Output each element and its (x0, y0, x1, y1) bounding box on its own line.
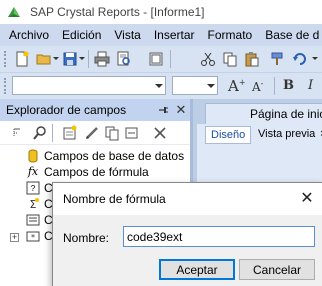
svg-text:*: * (31, 233, 35, 242)
print-preview-icon[interactable] (116, 51, 132, 67)
tree-item-label: Campos de base de datos (44, 149, 185, 163)
bold-button[interactable]: B (283, 78, 294, 93)
menu-vista[interactable]: Vista (107, 28, 146, 42)
database-icon (28, 149, 38, 163)
open-dropdown-arrow-icon[interactable] (53, 57, 59, 60)
italic-button[interactable]: I (308, 78, 313, 93)
cancel-button[interactable]: Cancelar (239, 259, 315, 280)
dialog-title-bar: Nombre de fórmula ✕ (53, 183, 322, 215)
svg-text:?: ? (31, 184, 36, 193)
dialog-title: Nombre de fórmula (63, 192, 166, 206)
tab-design[interactable]: Diseño (205, 126, 252, 144)
window-title-bar: SAP Crystal Reports - [Informe1] (0, 0, 322, 24)
toolbar-grip[interactable] (4, 78, 7, 94)
tree-item-label: Campos de fórmula (44, 165, 149, 179)
menu-edicion[interactable]: Edición (55, 28, 107, 42)
font-size-select[interactable] (172, 76, 218, 95)
style-select[interactable] (12, 76, 166, 95)
export-icon[interactable] (148, 51, 164, 67)
parameter-icon: ? (26, 181, 40, 195)
formula-icon: fx (27, 165, 39, 178)
format-painter-icon[interactable] (270, 51, 286, 67)
formula-name-dialog: Nombre de fórmula ✕ Nombre: Aceptar Canc… (52, 182, 322, 286)
increase-font-sup: + (238, 78, 246, 87)
menu-archivo[interactable]: Archivo (0, 28, 55, 42)
special-fields-icon: * (26, 231, 40, 242)
save-dropdown-arrow-icon[interactable] (79, 57, 85, 60)
menu-formato[interactable]: Formato (201, 28, 259, 42)
formatting-toolbar: A+ A- B I (0, 73, 322, 99)
print-icon[interactable] (94, 51, 110, 67)
field-explorer-header: Explorador de campos ✕ (0, 99, 190, 121)
menu-insertar[interactable]: Insertar (147, 28, 201, 42)
menu-bar: Archivo Edición Vista Insertar Formato B… (0, 24, 322, 46)
chevron-down-icon (155, 84, 163, 88)
paste-icon[interactable] (244, 51, 260, 67)
tree-item-special-fields[interactable]: * C (26, 228, 53, 244)
browse-field-icon[interactable] (32, 125, 48, 141)
panel-close-icon[interactable]: ✕ (174, 102, 188, 117)
toolbar-separator (88, 50, 89, 68)
copy-icon[interactable] (222, 51, 238, 67)
group-name-icon (26, 214, 40, 226)
edit-pencil-icon[interactable] (84, 125, 100, 141)
pin-icon[interactable] (156, 103, 170, 117)
formula-name-input[interactable] (123, 226, 315, 247)
open-folder-icon[interactable] (36, 51, 52, 67)
toolbar-grip[interactable] (4, 51, 7, 67)
decrease-font-label: A (252, 80, 261, 94)
new-field-icon[interactable] (62, 125, 78, 141)
toolbar-separator (274, 77, 275, 95)
tree-item-group-name[interactable]: C (26, 212, 53, 228)
field-explorer-toolbar (0, 121, 190, 145)
new-document-icon[interactable] (14, 51, 30, 67)
crystal-reports-app-icon (8, 7, 20, 17)
undo-icon[interactable] (292, 51, 308, 67)
tree-item-running-total[interactable]: Σ C (26, 196, 53, 212)
tree-item-formula-fields[interactable]: fx Campos de fórmula (26, 164, 149, 180)
standard-toolbar (0, 46, 322, 73)
tab-preview[interactable]: Vista previa (253, 126, 320, 144)
accept-button[interactable]: Aceptar (159, 259, 235, 280)
dialog-close-icon[interactable]: ✕ (295, 187, 319, 211)
cut-icon[interactable] (200, 51, 216, 67)
toolbar-separator (170, 50, 171, 68)
decrease-font-size-button[interactable]: A- (252, 79, 263, 94)
increase-font-label: A (228, 77, 239, 95)
toolbar-separator (52, 124, 53, 142)
tree-item-parameter-fields[interactable]: ? C (26, 180, 53, 196)
name-label: Nombre: (63, 231, 110, 245)
delete-icon[interactable] (152, 125, 168, 141)
undo-dropdown-arrow-icon[interactable] (312, 57, 318, 60)
tab-close-icon[interactable]: × (315, 126, 322, 144)
duplicate-icon[interactable] (104, 125, 120, 141)
tree-item-database-fields[interactable]: Campos de base de datos (26, 148, 184, 164)
window-title: SAP Crystal Reports - [Informe1] (30, 5, 205, 19)
expand-toggle-icon[interactable]: + (10, 233, 19, 242)
menu-base-de-datos[interactable]: Base de d (258, 28, 322, 42)
increase-font-size-button[interactable]: A+ (228, 77, 246, 95)
save-icon[interactable] (62, 51, 78, 67)
tab-start-page[interactable]: Página de inicio (205, 103, 322, 125)
field-explorer-title: Explorador de campos (6, 103, 127, 117)
chevron-down-icon (207, 84, 215, 88)
decrease-font-sup: - (260, 79, 264, 88)
rename-icon[interactable] (124, 125, 140, 141)
collapse-expand-icon[interactable] (12, 125, 30, 141)
running-total-icon: Σ (30, 198, 39, 211)
